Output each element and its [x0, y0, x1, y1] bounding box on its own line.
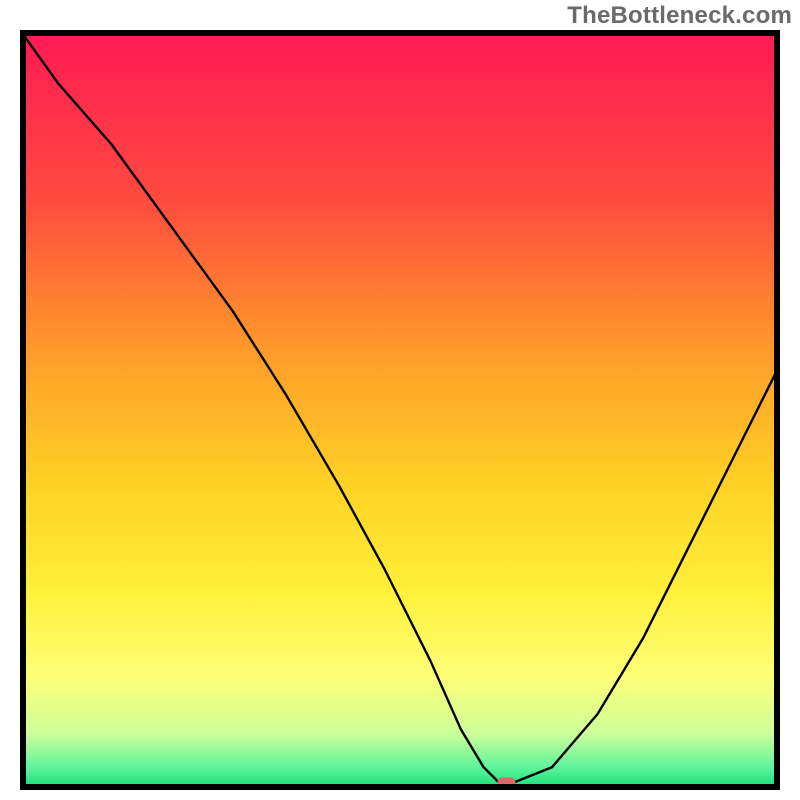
bottleneck-chart — [20, 30, 780, 790]
watermark-text: TheBottleneck.com — [567, 2, 792, 30]
chart-container — [20, 30, 780, 790]
page-root: TheBottleneck.com — [0, 0, 800, 800]
gradient-background — [23, 33, 777, 787]
